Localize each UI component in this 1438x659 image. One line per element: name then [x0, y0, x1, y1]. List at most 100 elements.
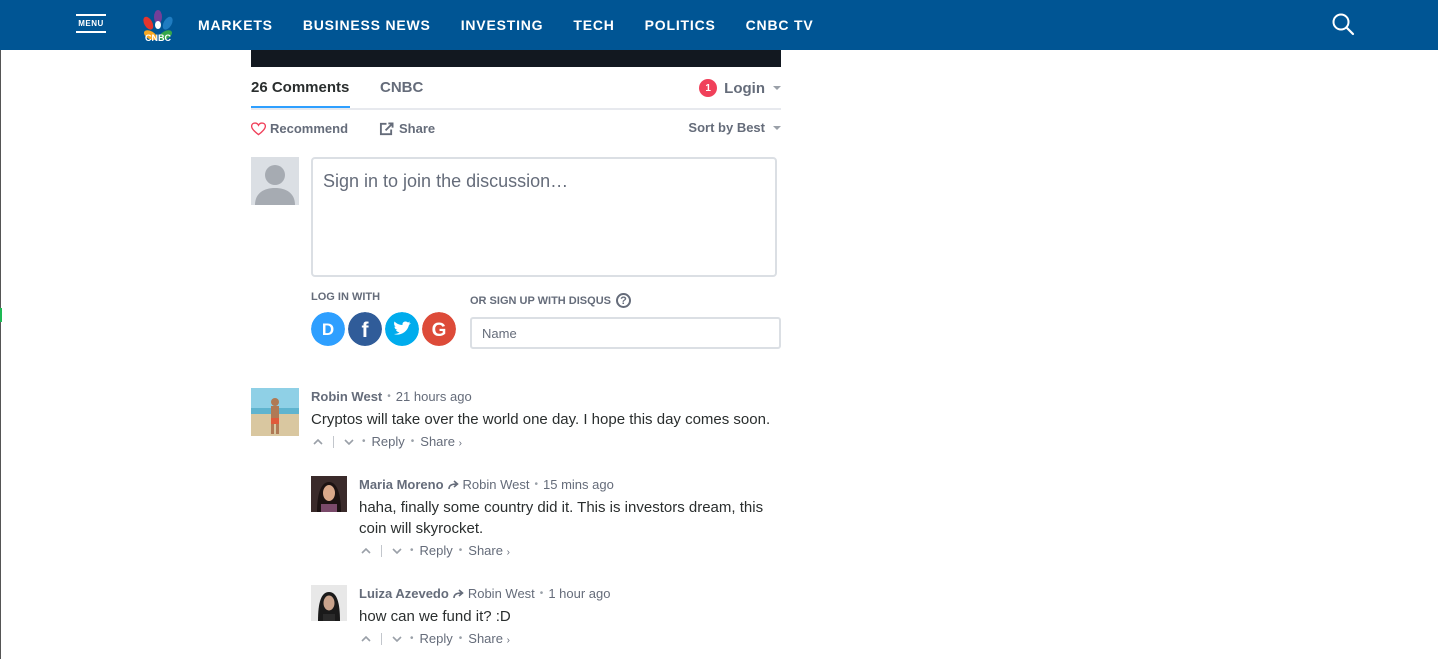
share-link-label: Share — [420, 434, 455, 449]
chevron-down-icon — [344, 438, 354, 445]
chevron-right-icon: › — [506, 635, 510, 646]
share-thread-button[interactable]: Share — [379, 121, 435, 136]
footer-separator: • — [362, 436, 366, 447]
comment-body: haha, finally some country did it. This … — [359, 499, 764, 537]
comment-timestamp[interactable]: 21 hours ago — [396, 389, 472, 404]
reply-arrow-icon — [453, 588, 464, 598]
comment-footer: • Reply • Share › — [359, 631, 510, 646]
svg-text:f: f — [362, 319, 370, 342]
nav-tech[interactable]: TECH — [573, 17, 614, 33]
user-avatar-placeholder — [251, 157, 299, 205]
recommend-label: Recommend — [270, 121, 349, 136]
nav-investing[interactable]: INVESTING — [461, 17, 544, 33]
footer-separator: • — [458, 633, 463, 644]
comment-textarea[interactable] — [311, 157, 777, 277]
comment-author[interactable]: Maria Moreno — [359, 477, 444, 492]
sort-label: Sort by Best — [688, 120, 765, 135]
active-tab-indicator — [251, 106, 350, 108]
menu-button[interactable]: MENU — [76, 14, 106, 34]
nav-cnbc-tv[interactable]: CNBC TV — [746, 17, 814, 33]
reply-link[interactable]: Reply — [372, 434, 405, 449]
upvote-button[interactable] — [311, 435, 325, 449]
upvote-button[interactable] — [359, 632, 373, 646]
downvote-button[interactable] — [390, 632, 404, 646]
search-icon[interactable] — [1331, 12, 1355, 36]
facebook-icon[interactable]: f — [348, 312, 382, 346]
login-dropdown[interactable]: 1 Login — [699, 79, 781, 97]
nav-politics[interactable]: POLITICS — [645, 17, 716, 33]
recommend-button[interactable]: Recommend — [251, 121, 348, 136]
twitter-icon[interactable] — [385, 312, 419, 346]
comment-timestamp[interactable]: 15 mins ago — [543, 477, 614, 492]
svg-text:G: G — [432, 320, 447, 341]
share-link[interactable]: Share › — [468, 543, 510, 558]
chevron-down-icon — [392, 547, 402, 554]
google-icon[interactable]: G — [422, 312, 456, 346]
article-media-bottom-edge — [251, 50, 781, 67]
footer-separator: • — [410, 633, 414, 644]
comment-item: Robin West • 21 hours ago Cryptos will t… — [251, 388, 781, 458]
reply-link[interactable]: Reply — [420, 543, 453, 558]
downvote-button[interactable] — [342, 435, 356, 449]
comment-timestamp[interactable]: 1 hour ago — [548, 586, 610, 601]
sort-dropdown[interactable]: Sort by Best — [688, 120, 781, 135]
comment-author[interactable]: Robin West — [311, 389, 382, 404]
avatar[interactable] — [251, 388, 299, 436]
name-field[interactable] — [470, 317, 781, 349]
comment-meta: Robin West • 21 hours ago — [311, 389, 472, 404]
comment-author[interactable]: Luiza Azevedo — [359, 586, 449, 601]
chevron-down-icon — [773, 86, 781, 90]
share-link-label: Share — [468, 631, 503, 646]
comment-meta: Luiza Azevedo Robin West • 1 hour ago — [359, 586, 610, 601]
main-nav: MARKETS BUSINESS NEWS INVESTING TECH POL… — [198, 0, 843, 50]
left-edge-rule — [0, 50, 1, 659]
comment-item: Luiza Azevedo Robin West • 1 hour ago ho… — [311, 585, 781, 655]
chevron-down-icon — [392, 635, 402, 642]
login-label: Login — [724, 79, 765, 97]
tab-community-cnbc[interactable]: CNBC — [380, 79, 423, 96]
vote-divider — [381, 632, 382, 645]
chevron-up-icon — [361, 547, 371, 554]
comment-item: Maria Moreno Robin West • 15 mins ago ha… — [311, 476, 781, 566]
share-label: Share — [399, 121, 436, 136]
chevron-right-icon: › — [458, 438, 462, 449]
comment-body: Cryptos will take over the world one day… — [311, 411, 771, 428]
comment-meta: Maria Moreno Robin West • 15 mins ago — [359, 477, 614, 492]
nav-markets[interactable]: MARKETS — [198, 17, 273, 33]
menu-bar-top — [76, 14, 106, 16]
svg-text:CNBC: CNBC — [145, 33, 171, 42]
meta-separator: • — [387, 391, 391, 402]
footer-separator: • — [458, 545, 463, 556]
share-link[interactable]: Share › — [468, 631, 510, 646]
nav-business-news[interactable]: BUSINESS NEWS — [303, 17, 431, 33]
comment-body: how can we fund it? :D — [359, 608, 511, 625]
parent-author[interactable]: Robin West — [463, 477, 530, 492]
reply-arrow-icon — [447, 479, 459, 489]
signup-with-disqus: OR SIGN UP WITH DISQUS ? — [470, 293, 631, 308]
signup-label: OR SIGN UP WITH DISQUS — [470, 294, 611, 307]
help-icon[interactable]: ? — [615, 293, 631, 308]
menu-bar-bottom — [76, 31, 106, 33]
tab-comments-count[interactable]: 26 Comments — [251, 79, 349, 96]
avatar[interactable] — [311, 585, 347, 621]
downvote-button[interactable] — [390, 544, 404, 558]
comment-footer: • Reply • Share › — [311, 434, 462, 449]
vote-divider — [381, 544, 382, 557]
comment-footer: • Reply • Share › — [359, 543, 510, 558]
footer-separator: • — [410, 436, 415, 447]
share-icon — [379, 121, 394, 135]
meta-separator: • — [539, 588, 544, 599]
chevron-down-icon — [773, 125, 781, 130]
share-link[interactable]: Share › — [420, 434, 462, 449]
meta-separator: • — [534, 479, 538, 490]
reply-link[interactable]: Reply — [420, 631, 453, 646]
upvote-button[interactable] — [359, 544, 373, 558]
menu-label: MENU — [78, 19, 104, 28]
disqus-icon[interactable]: D — [311, 312, 345, 346]
avatar[interactable] — [311, 476, 347, 512]
parent-author[interactable]: Robin West — [468, 586, 535, 601]
top-navigation-bar: MENU CNBC MARKETS BUSINESS NEWS INVESTIN… — [0, 0, 1438, 50]
share-link-label: Share — [468, 543, 503, 558]
cnbc-peacock-logo[interactable]: CNBC — [136, 8, 180, 42]
vote-divider — [333, 435, 334, 448]
